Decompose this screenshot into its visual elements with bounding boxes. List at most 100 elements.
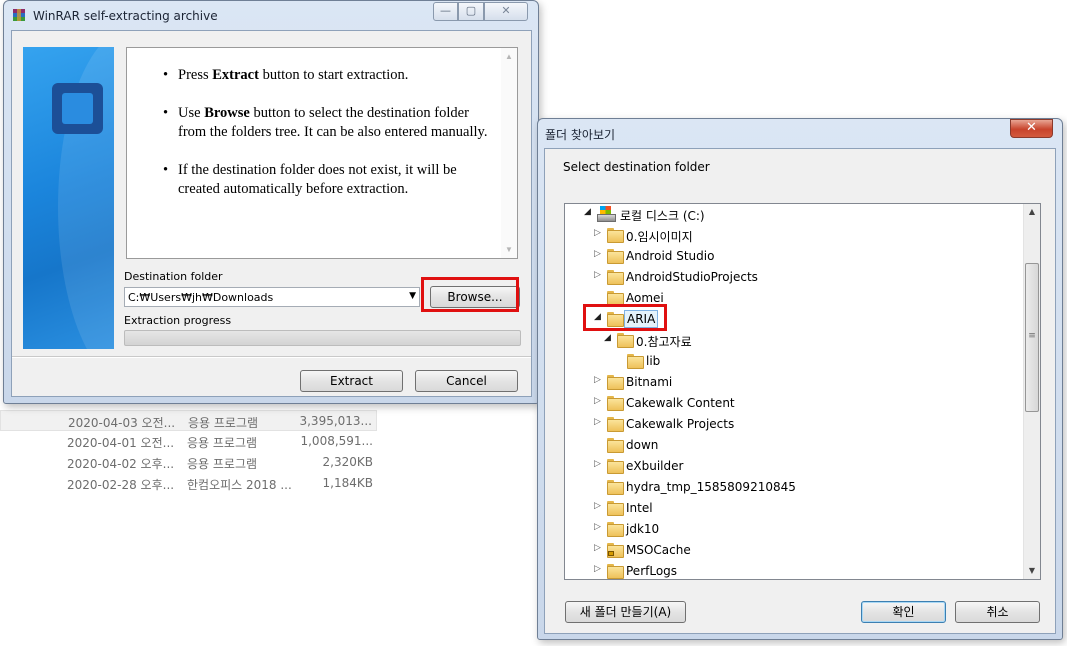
scroll-down-icon[interactable]: ▼ bbox=[501, 245, 517, 254]
destination-folder-label: Destination folder bbox=[124, 270, 223, 283]
tree-node[interactable]: hydra_tmp_1585809210845 bbox=[594, 477, 994, 497]
file-size: 3,395,013... bbox=[299, 414, 372, 428]
folder-tree[interactable]: ◢ 로컬 디스크 (C:) ▷ 0.임시이미지 ▷ Android Studio ▷ Andr… bbox=[564, 203, 1041, 580]
tree-node[interactable]: ▷ Cakewalk Content bbox=[594, 393, 994, 413]
winrar-titlebar[interactable]: WinRAR self-extracting archive — ▢ ✕ bbox=[4, 1, 538, 29]
folder-icon bbox=[607, 417, 624, 432]
chevron-down-icon[interactable]: ▼ bbox=[409, 291, 416, 301]
tree-node-label: Intel bbox=[626, 501, 653, 515]
file-type: 응용 프로그램 bbox=[187, 436, 258, 450]
close-button[interactable]: ✕ bbox=[484, 2, 528, 21]
lock-icon bbox=[608, 551, 614, 556]
file-date: 2020-02-28 오후... bbox=[67, 478, 175, 492]
close-icon: ✕ bbox=[501, 4, 511, 17]
winrar-title: WinRAR self-extracting archive bbox=[33, 9, 218, 23]
expand-arrow-icon[interactable]: ▷ bbox=[594, 564, 604, 574]
list-item[interactable]: 2020-04-03 오전... 응용 프로그램 3,395,013... bbox=[0, 410, 377, 431]
tree-node[interactable]: ▷ Intel bbox=[594, 498, 994, 518]
extraction-progress-label: Extraction progress bbox=[124, 314, 232, 327]
folder-dialog-titlebar[interactable]: 폴더 찾아보기 ✕ bbox=[538, 119, 1062, 147]
browse-highlight-box bbox=[421, 277, 519, 312]
tree-node[interactable]: ▷ MSOCache bbox=[594, 540, 994, 560]
expand-arrow-icon[interactable]: ▷ bbox=[594, 501, 604, 511]
expand-arrow-icon[interactable]: ▷ bbox=[594, 396, 604, 406]
list-item[interactable]: 2020-02-28 오후... 한컴오피스 2018 ... 1,184KB bbox=[0, 473, 377, 494]
folder-dialog-title: 폴더 찾아보기 bbox=[545, 128, 616, 142]
maximize-button[interactable]: ▢ bbox=[458, 2, 484, 21]
tree-node[interactable]: ▷ Cakewalk Projects bbox=[594, 414, 994, 434]
folder-icon bbox=[607, 375, 624, 390]
expand-arrow-icon[interactable]: ▷ bbox=[594, 522, 604, 532]
winrar-dialog: WinRAR self-extracting archive — ▢ ✕ Pre… bbox=[3, 0, 539, 404]
cancel-button[interactable]: Cancel bbox=[415, 370, 518, 392]
scroll-down-icon[interactable]: ▼ bbox=[1024, 563, 1040, 579]
instruction-item: Use Browse button to select the destinat… bbox=[163, 104, 488, 142]
folder-icon bbox=[607, 249, 624, 264]
instructions-scrollbar[interactable]: ▲ ▼ bbox=[501, 48, 517, 258]
ok-button[interactable]: 확인 bbox=[861, 601, 946, 623]
tree-node-label: Android Studio bbox=[626, 249, 715, 263]
tree-node-label: jdk10 bbox=[626, 522, 660, 536]
tree-node-label: eXbuilder bbox=[626, 459, 684, 473]
tree-node-label: MSOCache bbox=[626, 543, 691, 557]
winrar-logo-icon bbox=[52, 83, 103, 134]
tree-node[interactable]: ▷ PerfLogs bbox=[594, 561, 994, 579]
maximize-icon: ▢ bbox=[465, 4, 477, 17]
tree-node[interactable]: ▷ AndroidStudioProjects bbox=[594, 267, 994, 287]
folder-icon bbox=[607, 228, 624, 243]
folder-icon bbox=[627, 354, 644, 369]
list-item[interactable]: 2020-04-02 오후... 응용 프로그램 2,320KB bbox=[0, 452, 377, 473]
tree-node[interactable]: ◢ 0.참고자료 bbox=[604, 330, 1004, 350]
expand-arrow-icon[interactable]: ▷ bbox=[594, 249, 604, 259]
tree-node[interactable]: lib bbox=[614, 351, 1014, 371]
scroll-up-icon[interactable]: ▲ bbox=[1024, 204, 1040, 220]
new-folder-button[interactable]: 새 폴더 만들기(A) bbox=[565, 601, 686, 623]
expand-arrow-icon[interactable]: ▷ bbox=[594, 270, 604, 280]
folder-icon bbox=[607, 270, 624, 285]
expand-arrow-icon[interactable]: ▷ bbox=[594, 543, 604, 553]
folder-icon bbox=[607, 480, 624, 495]
folder-tree-scrollbar[interactable]: ▲ ≡ ▼ bbox=[1023, 204, 1040, 579]
instruction-item: Press Extract button to start extraction… bbox=[163, 66, 488, 85]
folder-icon bbox=[607, 459, 624, 474]
file-size: 1,008,591... bbox=[300, 434, 373, 448]
minimize-icon: — bbox=[440, 4, 451, 17]
folder-dialog-close-button[interactable]: ✕ bbox=[1010, 119, 1053, 138]
expand-arrow-icon[interactable]: ▷ bbox=[594, 459, 604, 469]
folder-cancel-button[interactable]: 취소 bbox=[955, 601, 1040, 623]
tree-node-label: 로컬 디스크 (C:) bbox=[620, 209, 705, 223]
tree-node[interactable]: ▷ eXbuilder bbox=[594, 456, 994, 476]
tree-node-label: Bitnami bbox=[626, 375, 673, 389]
tree-node[interactable]: ▷ jdk10 bbox=[594, 519, 994, 539]
tree-node-label: hydra_tmp_1585809210845 bbox=[626, 480, 796, 494]
collapse-arrow-icon[interactable]: ◢ bbox=[584, 207, 594, 217]
winrar-side-banner bbox=[23, 47, 114, 349]
list-item[interactable]: 2020-04-01 오전... 응용 프로그램 1,008,591... bbox=[0, 431, 377, 452]
folder-dialog-prompt: Select destination folder bbox=[563, 160, 710, 174]
folder-icon bbox=[607, 501, 624, 516]
collapse-arrow-icon[interactable]: ◢ bbox=[604, 333, 614, 343]
file-size: 2,320KB bbox=[322, 455, 373, 469]
scrollbar-grip-icon: ≡ bbox=[1028, 331, 1036, 341]
tree-node[interactable]: ▷ 0.임시이미지 bbox=[594, 225, 994, 245]
tree-node[interactable]: ◢ 로컬 디스크 (C:) bbox=[584, 204, 984, 224]
tree-node[interactable]: ▷ Bitnami bbox=[594, 372, 994, 392]
destination-folder-combobox[interactable]: C:₩Users₩jh₩Downloads ▼ bbox=[124, 287, 420, 307]
tree-node[interactable]: ▷ Android Studio bbox=[594, 246, 994, 266]
expand-arrow-icon[interactable]: ▷ bbox=[594, 417, 604, 427]
minimize-button[interactable]: — bbox=[433, 2, 458, 21]
extraction-progress-bar bbox=[124, 330, 521, 346]
expand-arrow-icon[interactable]: ▷ bbox=[594, 228, 604, 238]
tree-node[interactable]: down bbox=[594, 435, 994, 455]
scroll-up-icon[interactable]: ▲ bbox=[501, 52, 517, 61]
instructions-box: Press Extract button to start extraction… bbox=[126, 47, 518, 259]
extract-button[interactable]: Extract bbox=[300, 370, 403, 392]
file-type: 응용 프로그램 bbox=[188, 416, 259, 430]
folder-browse-dialog: 폴더 찾아보기 ✕ Select destination folder ◢ 로컬 … bbox=[537, 118, 1063, 640]
file-date: 2020-04-03 오전... bbox=[68, 416, 176, 430]
expand-arrow-icon[interactable]: ▷ bbox=[594, 375, 604, 385]
file-size: 1,184KB bbox=[322, 476, 373, 490]
folder-icon bbox=[607, 564, 624, 579]
tree-node-label: lib bbox=[646, 354, 661, 368]
instruction-item: If the destination folder does not exist… bbox=[163, 161, 488, 199]
